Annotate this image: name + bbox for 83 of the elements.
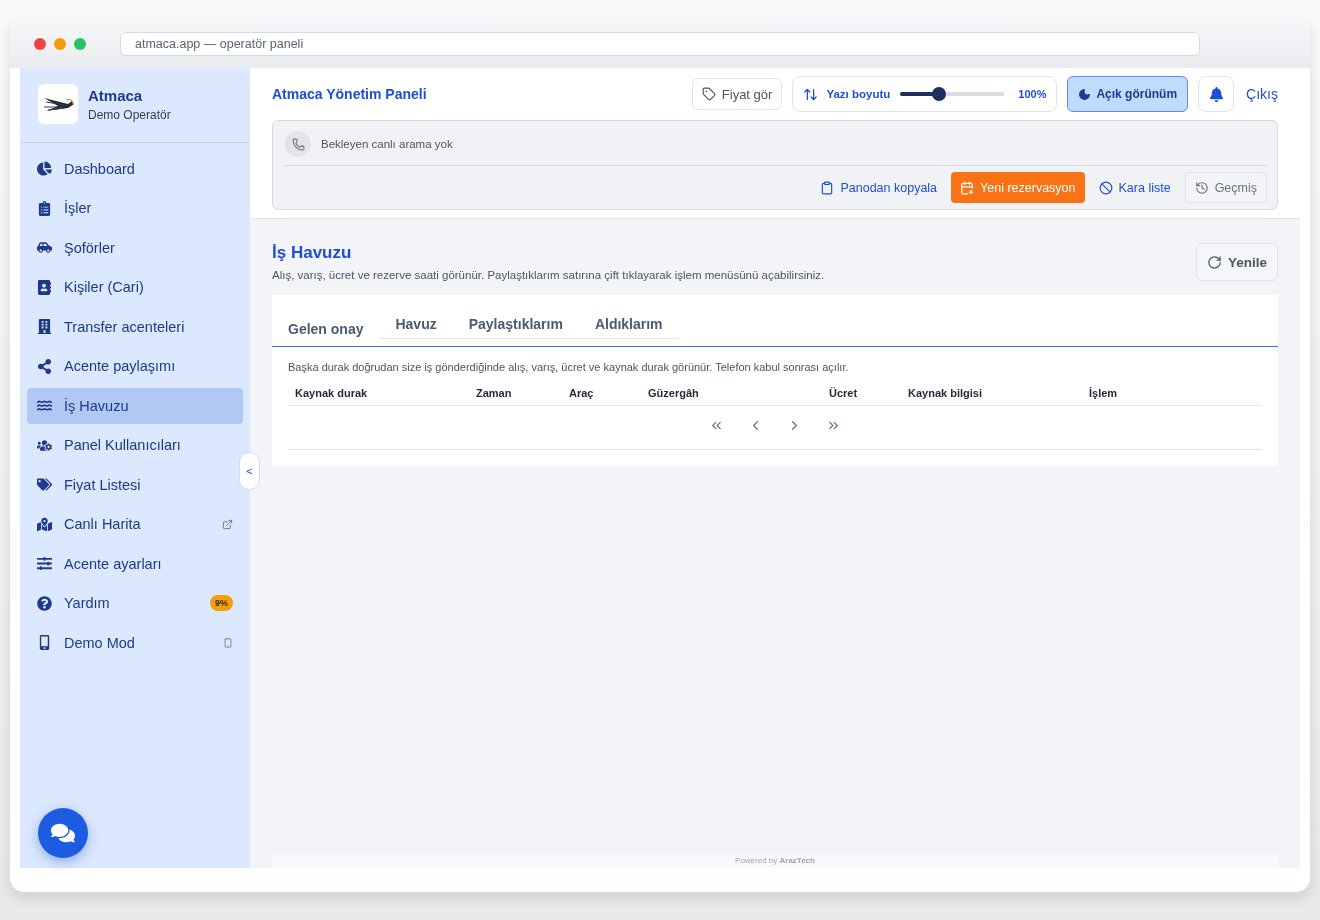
logout-link[interactable]: Çıkış bbox=[1246, 86, 1278, 102]
phone-icon bbox=[285, 131, 311, 157]
brand-name: Atmaca bbox=[88, 86, 144, 104]
collapse-button[interactable]: < bbox=[239, 452, 260, 490]
tags-icon bbox=[37, 477, 52, 493]
hawk-logo bbox=[38, 84, 78, 124]
sidebar-item[interactable]: Transfer acenteleri bbox=[27, 309, 243, 345]
powered-by-text: Powered by ArazTech bbox=[272, 854, 1278, 868]
sliders-icon bbox=[37, 556, 52, 572]
sidebar-item[interactable]: Yardım 9% bbox=[27, 585, 243, 621]
sidebar-item[interactable]: Şoförler bbox=[27, 230, 243, 266]
tag-icon bbox=[701, 87, 716, 101]
action-button[interactable]: Geçmiş bbox=[1184, 172, 1267, 203]
sidebar-item[interactable]: Kişiler (Cari) bbox=[27, 269, 243, 305]
user-role: Demo Operatör bbox=[88, 107, 171, 122]
share-icon bbox=[37, 358, 52, 374]
item-label: Transfer acenteleri bbox=[64, 318, 186, 335]
panel-title: Atmaca Yönetim Paneli bbox=[272, 86, 428, 102]
sidebar-item[interactable]: Acente paylaşımı bbox=[27, 348, 243, 384]
mobile-icon bbox=[37, 635, 52, 651]
close-dot[interactable] bbox=[34, 38, 46, 50]
contact-card-icon bbox=[37, 279, 52, 295]
item-label: Kişiler (Cari) bbox=[64, 279, 145, 296]
page-title: İş Havuzu bbox=[272, 243, 353, 263]
text-size-icon bbox=[803, 86, 819, 102]
chat-bubbles-icon bbox=[51, 821, 75, 845]
price-button[interactable]: Fiyat gör bbox=[691, 78, 783, 110]
column-header: Güzergâh bbox=[648, 387, 700, 399]
sidebar-item[interactable]: Canlı Harita bbox=[27, 506, 243, 542]
action-button[interactable]: Panodan kopyala bbox=[818, 172, 940, 203]
moon-icon bbox=[1078, 87, 1092, 101]
page-subtitle: Alış, varış, ücret ve rezerve saati görünür. Paylaştıklarım satırına çift tıklayarak işlem menüsünü açabilirsiniz. bbox=[272, 269, 825, 281]
help-icon bbox=[37, 595, 52, 611]
sidebar-item[interactable]: İş Havuzu bbox=[27, 388, 243, 424]
action-button[interactable]: Kara liste bbox=[1096, 172, 1173, 203]
column-header: Zaman bbox=[476, 387, 513, 399]
item-label: Dashboard bbox=[64, 160, 136, 177]
clipboard-icon bbox=[37, 200, 52, 216]
item-label: İş Havuzu bbox=[64, 397, 130, 414]
bell-icon bbox=[1208, 86, 1224, 102]
percent-badge: 9% bbox=[210, 595, 233, 612]
column-header: Ücret bbox=[829, 387, 859, 399]
sidebar-item[interactable]: Dashboard bbox=[27, 151, 243, 187]
refresh-icon bbox=[1206, 254, 1222, 270]
info-note: Başka durak doğrudan size iş gönderdiğinde alış, varış, ücret ve kaynak durak görünür. Telefon kabul sonrası açılır. bbox=[288, 361, 850, 373]
item-label: Acente paylaşımı bbox=[64, 358, 177, 375]
map-icon bbox=[37, 516, 52, 532]
notifications-button[interactable] bbox=[1198, 76, 1235, 112]
ban-icon bbox=[1098, 180, 1113, 195]
car-icon bbox=[37, 240, 52, 256]
phone-icon bbox=[223, 637, 233, 648]
item-label: Yardım bbox=[64, 595, 111, 612]
column-header: Kaynak durak bbox=[295, 387, 369, 399]
pie-chart-icon bbox=[37, 161, 52, 177]
calendar-icon bbox=[960, 180, 975, 195]
sidebar-item[interactable]: Demo Mod bbox=[27, 625, 243, 661]
item-label: İşler bbox=[64, 200, 93, 217]
theme-button[interactable]: Açık görünüm bbox=[1067, 76, 1189, 112]
slider-thumb[interactable] bbox=[931, 87, 946, 101]
external-link-icon bbox=[222, 518, 233, 530]
sidebar-item[interactable]: İşler bbox=[27, 190, 243, 226]
maximize-dot[interactable] bbox=[74, 38, 86, 50]
item-label: Acente ayarları bbox=[64, 555, 163, 572]
minimize-dot[interactable] bbox=[54, 38, 66, 50]
font-size-reading: 100% bbox=[1018, 88, 1047, 100]
call-status: Bekleyen canlı arama yok bbox=[321, 138, 453, 150]
item-label: Canlı Harita bbox=[64, 516, 142, 533]
item-label: Panel Kullanıcıları bbox=[64, 437, 182, 454]
item-label: Şoförler bbox=[64, 239, 116, 256]
building-icon bbox=[37, 319, 52, 335]
font-size-label: Yazı boyutu bbox=[826, 88, 891, 100]
column-header: İşlem bbox=[1089, 387, 1119, 399]
sidebar-item[interactable]: Acente ayarları bbox=[27, 546, 243, 582]
address-bar[interactable]: atmaca.app — operatör paneli bbox=[120, 32, 1200, 56]
column-header: Kaynak bilgisi bbox=[908, 387, 983, 399]
column-header: Araç bbox=[569, 387, 595, 399]
clipboard-icon bbox=[820, 180, 835, 195]
users-gear-icon bbox=[37, 437, 52, 453]
history-icon bbox=[1194, 180, 1209, 195]
item-label: Demo Mod bbox=[64, 634, 136, 651]
chat-button[interactable] bbox=[38, 808, 88, 858]
item-label: Fiyat Listesi bbox=[64, 476, 142, 493]
refresh-button[interactable]: Yenile bbox=[1195, 243, 1278, 281]
